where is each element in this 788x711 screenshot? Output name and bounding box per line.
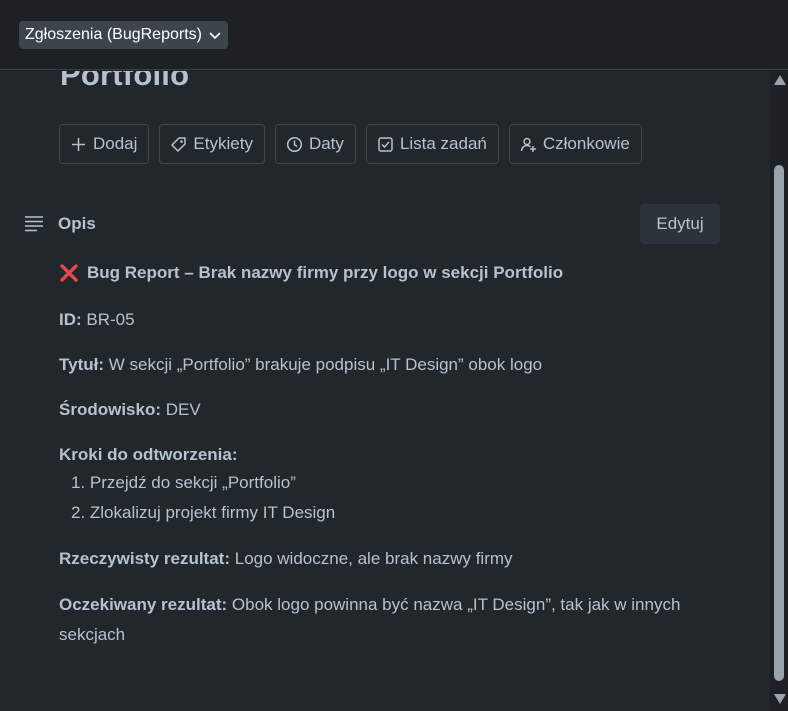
checklist-icon [377, 136, 394, 153]
edit-description-button[interactable]: Edytuj [640, 204, 720, 244]
scroll-thumb[interactable] [774, 165, 784, 681]
steps-list: 1. Przejdź do sekcji „Portfolio” 2. Zlok… [71, 468, 335, 528]
plus-icon [70, 136, 87, 153]
description-label: Opis [58, 214, 96, 233]
expected-result-value: Obok logo powinna być nazwa „IT Design”,… [231, 595, 681, 614]
chevron-down-icon [209, 32, 221, 40]
board-name: Zgłoszenia (BugReports) [25, 26, 202, 43]
tag-icon [170, 136, 187, 153]
id-label: ID: [59, 310, 82, 329]
title-label: Tytuł: [59, 355, 105, 374]
dates-button[interactable]: Daty [274, 124, 356, 164]
steps-label: Kroki do odtworzenia: [59, 445, 238, 464]
scroll-down-arrow-icon[interactable] [774, 694, 786, 704]
actual-result-value: Logo widoczne, ale brak nazwy firmy [234, 549, 513, 568]
description-header: Opis [24, 214, 96, 234]
actual-result-line: Rzeczywisty rezultat: Logo widoczne, ale… [59, 549, 513, 569]
description-icon [24, 214, 44, 234]
card-title[interactable]: Portfolio [60, 71, 189, 93]
add-button-label: Dodaj [93, 134, 138, 153]
dates-button-label: Daty [308, 134, 344, 153]
list-item: 2. Zlokalizuj projekt firmy IT Design [71, 503, 336, 522]
expected-result-line: Oczekiwany rezultat: Obok logo powinna b… [59, 595, 680, 615]
actual-result-label: Rzeczywisty rezultat: [59, 549, 230, 568]
environment-label: Środowisko: [59, 400, 162, 419]
card-detail: Portfolio Dodaj Etykiety Daty Lista zada… [0, 71, 770, 711]
id-value: BR-05 [86, 310, 135, 329]
list-item: 1. Przejdź do sekcji „Portfolio” [71, 473, 296, 492]
labels-button[interactable]: Etykiety [159, 124, 265, 164]
title-line: Tytuł: W sekcji „Portfolio” brakuje podp… [59, 355, 542, 375]
scroll-up-arrow-icon[interactable] [774, 75, 786, 85]
clock-icon [286, 136, 303, 153]
card-actions: Dodaj Etykiety Daty Lista zadań Członkow… [59, 124, 642, 164]
environment-line: Środowisko: DEV [59, 400, 201, 420]
labels-button-label: Etykiety [193, 134, 253, 153]
title-value: W sekcji „Portfolio” brakuje podpisu „IT… [108, 355, 543, 374]
cross-mark-icon [60, 264, 78, 282]
board-selector[interactable]: Zgłoszenia (BugReports) [19, 21, 228, 49]
expected-result-continuation: sekcjach [59, 625, 126, 644]
members-button-label: Członkowie [542, 134, 630, 153]
steps-line: Kroki do odtworzenia: [59, 445, 238, 465]
checklist-button-label: Lista zadań [399, 134, 487, 153]
expected-result-label: Oczekiwany rezultat: [59, 595, 228, 614]
add-button[interactable]: Dodaj [59, 124, 150, 164]
checklist-button[interactable]: Lista zadań [365, 124, 499, 164]
members-button[interactable]: Członkowie [508, 124, 642, 164]
add-member-icon [520, 136, 537, 153]
bug-heading-text: Bug Report – Brak nazwy firmy przy logo … [87, 263, 564, 282]
vertical-scrollbar[interactable] [770, 71, 788, 711]
id-line: ID: BR-05 [59, 310, 135, 330]
bug-heading: Bug Report – Brak nazwy firmy przy logo … [59, 263, 563, 283]
environment-value: DEV [165, 400, 201, 419]
top-bar: Zgłoszenia (BugReports) [0, 0, 788, 70]
